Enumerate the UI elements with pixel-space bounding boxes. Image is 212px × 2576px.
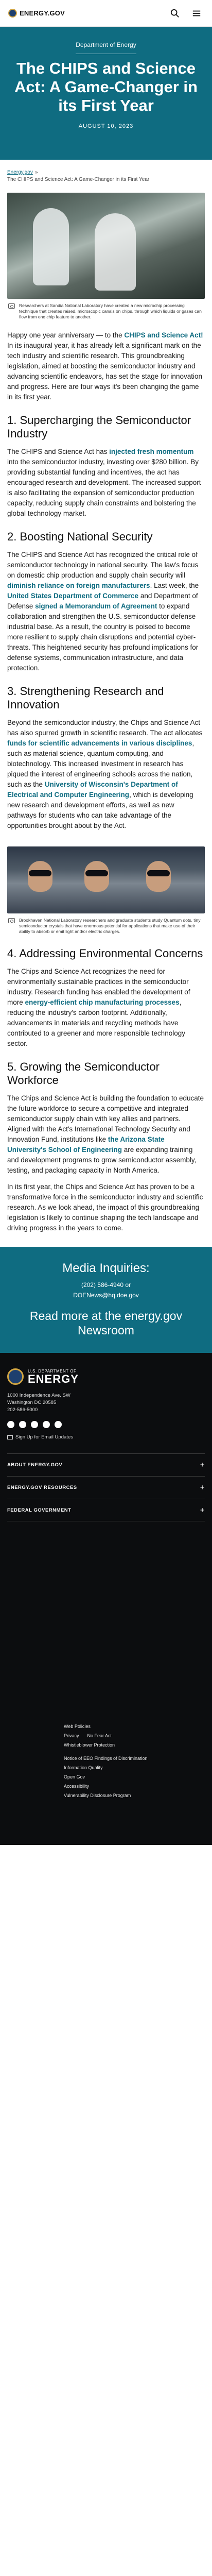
- department-label: Department of Energy: [76, 41, 136, 54]
- doe-seal-icon: [8, 9, 17, 18]
- fresh-momentum-link[interactable]: injected fresh momentum: [109, 448, 193, 455]
- section-paragraph: Beyond the semiconductor industry, the C…: [7, 719, 203, 829]
- site-footer: U.S. DEPARTMENT OF ENERGY 1000 Independen…: [0, 1353, 212, 1845]
- footer-link[interactable]: Open Gov: [64, 1773, 205, 1781]
- section-paragraph: The Chips and Science Act is building th…: [7, 1094, 204, 1174]
- media-inquiries: Media Inquiries: (202) 586-4940 or DOENe…: [0, 1247, 212, 1353]
- footer-link[interactable]: Whistleblower Protection: [64, 1741, 205, 1749]
- menu-button[interactable]: [187, 4, 206, 23]
- plus-icon: +: [200, 1483, 205, 1492]
- email-signup-link[interactable]: Sign Up for Email Updates: [7, 1434, 205, 1440]
- newsroom-link[interactable]: Read more at the energy.gov Newsroom: [10, 1309, 202, 1337]
- footer-link[interactable]: Privacy: [64, 1732, 79, 1740]
- plus-icon: +: [200, 1505, 205, 1515]
- footer-policy-links: Web Policies Privacy No Fear Act Whistleb…: [7, 1722, 205, 1800]
- breadcrumb-home-link[interactable]: Energy.gov: [7, 170, 33, 175]
- footer-address: 1000 Independence Ave. SW Washington DC …: [7, 1392, 205, 1414]
- footer-logo[interactable]: U.S. DEPARTMENT OF ENERGY: [7, 1368, 205, 1385]
- footer-link[interactable]: Information Quality: [64, 1764, 205, 1772]
- twitter-icon[interactable]: [19, 1421, 26, 1428]
- doe-seal-icon: [7, 1368, 24, 1385]
- camera-icon: [8, 303, 15, 309]
- figure-brookhaven: Brookhaven National Laboratory researche…: [0, 837, 212, 935]
- logo-text: ENERGY.GOV: [20, 9, 65, 17]
- chips-act-link[interactable]: CHIPS and Science Act!: [124, 331, 203, 339]
- footer-phone: 202-586-5000: [7, 1407, 38, 1413]
- footer-link[interactable]: No Fear Act: [87, 1732, 112, 1740]
- linkedin-icon[interactable]: [43, 1421, 50, 1428]
- section-heading: 5. Growing the Semiconductor Workforce: [7, 1060, 160, 1087]
- figure-caption: Brookhaven National Laboratory researche…: [7, 913, 205, 935]
- youtube-icon[interactable]: [55, 1421, 62, 1428]
- publish-date: AUGUST 10, 2023: [78, 123, 134, 129]
- closing-paragraph: In its first year, the Chips and Science…: [7, 1183, 203, 1232]
- accordion-resources[interactable]: ENERGY.GOV RESOURCES +: [7, 1476, 205, 1499]
- breadcrumb: Energy.gov» The CHIPS and Science Act: A…: [0, 160, 212, 183]
- site-header: ENERGY.GOV: [0, 0, 212, 27]
- media-heading: Media Inquiries:: [62, 1261, 150, 1275]
- envelope-icon: [7, 1435, 13, 1439]
- hero-banner: Department of Energy The CHIPS and Scien…: [0, 27, 212, 160]
- page-title: The CHIPS and Science Act: A Game-Change…: [14, 59, 198, 114]
- section-paragraph: The Chips and Science Act recognizes the…: [7, 968, 190, 1047]
- footer-link[interactable]: Web Policies: [64, 1722, 205, 1731]
- plus-icon: +: [200, 1461, 205, 1469]
- energy-efficient-link[interactable]: energy-efficient chip manufacturing proc…: [25, 998, 180, 1006]
- caption-text: Researchers at Sandia National Laborator…: [19, 303, 202, 319]
- footer-logo-main: ENERGY: [28, 1372, 79, 1385]
- section-heading: 2. Boosting National Security: [7, 530, 153, 543]
- sandia-lab-photo: [7, 193, 205, 299]
- media-email[interactable]: DOENews@hq.doe.gov: [10, 1290, 202, 1300]
- intro-paragraph: Happy one year anniversary — to the CHIP…: [7, 331, 203, 401]
- section-heading: 4. Addressing Environmental Concerns: [7, 947, 203, 960]
- footer-link[interactable]: Notice of EEO Findings of Discrimination: [64, 1754, 205, 1762]
- social-links: [7, 1421, 205, 1428]
- energy-gov-logo[interactable]: ENERGY.GOV: [8, 9, 65, 18]
- accordion-about[interactable]: ABOUT ENERGY.GOV +: [7, 1453, 205, 1476]
- instagram-icon[interactable]: [31, 1421, 38, 1428]
- figure-caption: Researchers at Sandia National Laborator…: [7, 299, 205, 320]
- foreign-manufacturers-link[interactable]: diminish reliance on foreign manufacture…: [7, 582, 150, 589]
- section-heading: 1. Supercharging the Semiconductor Indus…: [7, 414, 191, 440]
- camera-icon: [8, 918, 15, 923]
- caption-text: Brookhaven National Laboratory researche…: [19, 918, 201, 934]
- memorandum-link[interactable]: signed a Memorandum of Agreement: [35, 602, 157, 610]
- article-body: Happy one year anniversary — to the CHIP…: [0, 320, 212, 831]
- facebook-icon[interactable]: [7, 1421, 14, 1428]
- accordion-federal[interactable]: FEDERAL GOVERNMENT +: [7, 1499, 205, 1521]
- hamburger-icon: [192, 10, 201, 16]
- figure-sandia: Researchers at Sandia National Laborator…: [0, 183, 212, 320]
- breadcrumb-separator: »: [34, 170, 38, 175]
- brookhaven-researchers-photo: [7, 846, 205, 913]
- section-paragraph: The CHIPS and Science Act has injected f…: [7, 448, 201, 517]
- search-icon: [170, 9, 179, 18]
- article-body-continued: 4. Addressing Environmental Concerns The…: [0, 935, 212, 1233]
- commerce-department-link[interactable]: United States Department of Commerce: [7, 592, 138, 600]
- section-paragraph: The CHIPS and Science Act has recognized…: [7, 551, 199, 672]
- scientific-funds-link[interactable]: funds for scientific advancements in var…: [7, 739, 192, 747]
- footer-accordion: ABOUT ENERGY.GOV + ENERGY.GOV RESOURCES + …: [7, 1453, 205, 1521]
- breadcrumb-current: The CHIPS and Science Act: A Game-Change…: [7, 177, 150, 182]
- footer-link[interactable]: Accessibility: [64, 1782, 205, 1790]
- media-phone: (202) 586-4940 or: [81, 1281, 131, 1289]
- section-heading: 3. Strengthening Research and Innovation: [7, 685, 164, 711]
- footer-link[interactable]: Vulnerability Disclosure Program: [64, 1791, 205, 1800]
- search-button[interactable]: [166, 4, 184, 23]
